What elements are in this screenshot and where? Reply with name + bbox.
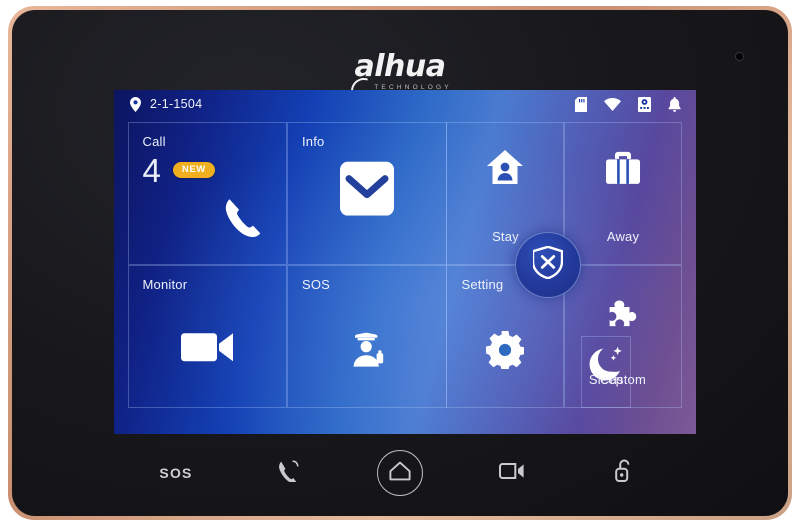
brand-logo: alhua TECHNOLOGY [12, 49, 788, 109]
home-button[interactable] [344, 450, 456, 496]
tile-info-label: Info [301, 133, 325, 149]
unlock-button[interactable] [568, 459, 680, 487]
alarm-device-icon[interactable] [638, 96, 651, 112]
shield-x-icon [531, 245, 564, 284]
address-label: 2-1-1504 [150, 97, 203, 111]
tile-call-label: Call [142, 133, 166, 149]
tile-away-label: Away [606, 229, 640, 244]
status-bar-location: 2-1-1504 [130, 96, 203, 112]
tile-sleep-label: Sleep [588, 371, 624, 387]
call-button[interactable] [232, 459, 344, 487]
tile-away[interactable]: Away [563, 121, 682, 265]
security-guard-icon [288, 327, 446, 368]
brand-logo-text: alhua [345, 49, 447, 109]
camera-icon [499, 462, 525, 484]
tile-info[interactable]: Info [286, 121, 447, 265]
video-camera-icon [129, 331, 287, 365]
phone-handset-icon [220, 197, 266, 248]
tile-setting-label: Setting [461, 276, 504, 292]
tile-call[interactable]: Call 4 NEW [127, 121, 288, 265]
tile-sos[interactable]: SOS [286, 264, 447, 408]
status-bar-icons [575, 96, 682, 112]
device-frame: alhua TECHNOLOGY 2-1-1504 Call 4 NEW Inf… [8, 6, 792, 520]
hardware-button-bar: SOS [12, 430, 788, 516]
sos-button[interactable]: SOS [120, 465, 232, 481]
tile-call-count-row: 4 NEW [143, 154, 215, 187]
gear-icon [447, 331, 563, 370]
bell-icon[interactable] [668, 96, 682, 112]
home-icon [389, 461, 411, 486]
briefcase-icon [565, 150, 681, 186]
tile-monitor[interactable]: Monitor [127, 264, 288, 408]
envelope-icon [288, 161, 446, 216]
monitor-button[interactable] [456, 462, 568, 484]
home-button-ring [377, 450, 423, 496]
sd-card-icon[interactable] [575, 96, 587, 112]
tile-sos-label: SOS [301, 276, 331, 292]
tile-sleep[interactable]: Sleep [580, 336, 632, 408]
unlock-icon [615, 459, 633, 487]
home-person-icon [447, 149, 563, 187]
phone-call-icon [277, 459, 299, 487]
status-bar: 2-1-1504 [114, 90, 696, 118]
ambient-light-sensor-icon [736, 53, 743, 60]
home-tile-grid: Call 4 NEW Info Stay Away Monitor SOS Se… [127, 121, 682, 408]
brand-logo-word: alhua [354, 49, 447, 84]
device-bezel: alhua TECHNOLOGY 2-1-1504 Call 4 NEW Inf… [12, 10, 788, 516]
tile-monitor-label: Monitor [142, 276, 188, 292]
location-pin-icon [130, 96, 141, 112]
wifi-icon[interactable] [604, 97, 621, 111]
disarm-shield-button[interactable] [515, 232, 581, 298]
puzzle-piece-icon [565, 299, 681, 333]
sos-button-label: SOS [159, 465, 193, 481]
tile-call-count: 4 [142, 151, 161, 189]
touchscreen-display[interactable]: 2-1-1504 Call 4 NEW Info Stay Away Monit… [114, 90, 696, 434]
tile-call-new-badge: NEW [172, 161, 215, 179]
